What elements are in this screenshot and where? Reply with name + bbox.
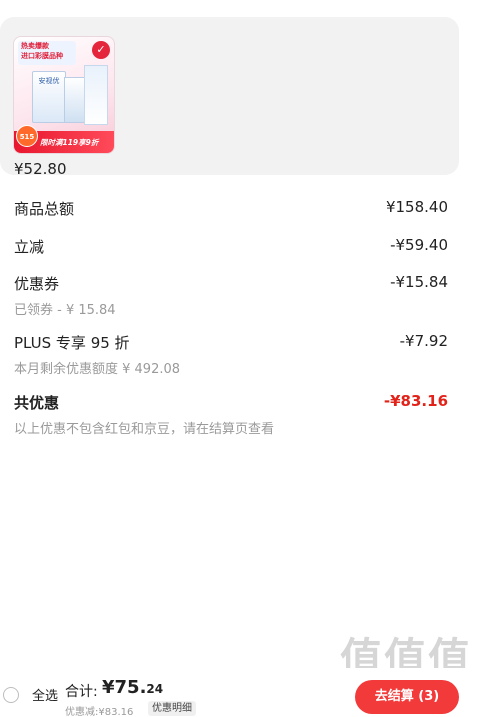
product-box-label: 安视优: [38, 77, 60, 85]
sum-value: ¥75.24: [102, 677, 163, 698]
bottom-bar: 全选 合计: ¥75.24 优惠减:¥83.16 优惠明细 去结算 (3): [0, 668, 489, 717]
summary-sub: 已领券 - ¥ 15.84: [14, 303, 116, 318]
sum-cents: 24: [146, 682, 164, 696]
checkout-button[interactable]: 去结算 (3): [355, 680, 459, 714]
summary-value: -¥59.40: [390, 236, 448, 254]
summary-sub: 本月剩余优惠额度 ¥ 492.08: [14, 362, 181, 377]
thumb-banner-line-1: 热卖爆款: [21, 42, 49, 50]
sum-label: 合计:: [65, 684, 98, 700]
promo-badge: 515: [16, 125, 38, 147]
product-thumbnail[interactable]: 热卖爆款 进口彩膜品种 安视优 ✓ 515 限时满119享9折: [13, 36, 115, 154]
discount-detail-button[interactable]: 优惠明细: [148, 701, 196, 716]
total-discount-value: -¥83.16: [383, 392, 448, 410]
summary-row-total-amount: 商品总额 ¥158.40: [14, 198, 448, 222]
product-box-3: [84, 65, 108, 125]
summary-value: -¥15.84: [390, 273, 448, 291]
summary-label: PLUS 专享 95 折: [14, 334, 130, 352]
promo-text: 限时满119享9折: [40, 138, 99, 147]
product-price: ¥52.80: [14, 160, 67, 178]
total-discount-note: 以上优惠不包含红包和京豆，请在结算页查看: [14, 422, 275, 437]
product-box-2: [64, 77, 86, 123]
thumb-banner-line-2: 进口彩膜品种: [21, 52, 63, 60]
product-card[interactable]: 热卖爆款 进口彩膜品种 安视优 ✓ 515 限时满119享9折 ¥52.80: [0, 17, 459, 178]
summary-row-instant-discount: 立减 -¥59.40: [14, 236, 448, 260]
summary-label: 商品总额: [14, 200, 75, 218]
summary-value: -¥7.92: [399, 332, 448, 350]
discount-line: 优惠减:¥83.16: [65, 707, 134, 717]
summary-row-coupon: 优惠券 -¥15.84 已领券 - ¥ 15.84: [14, 273, 448, 319]
summary-row-plus-discount: PLUS 专享 95 折 -¥7.92 本月剩余优惠额度 ¥ 492.08: [14, 332, 448, 378]
summary-value: ¥158.40: [385, 198, 448, 216]
summary-row-total-discount: 共优惠 -¥83.16 以上优惠不包含红包和京豆，请在结算页查看: [14, 392, 448, 438]
select-all-label[interactable]: 全选: [32, 685, 58, 704]
total-discount-label: 共优惠: [14, 394, 60, 412]
thumb-banner: 热卖爆款 进口彩膜品种: [18, 41, 76, 65]
sum-main: ¥75.: [102, 677, 147, 698]
cart-discount-page: 热卖爆款 进口彩膜品种 安视优 ✓ 515 限时满119享9折 ¥52.80 商…: [0, 0, 489, 717]
summary-label: 立减: [14, 238, 45, 256]
check-icon: ✓: [92, 41, 110, 59]
summary-label: 优惠券: [14, 275, 60, 293]
select-all-radio[interactable]: [3, 687, 19, 703]
product-box-1: 安视优: [32, 71, 66, 123]
